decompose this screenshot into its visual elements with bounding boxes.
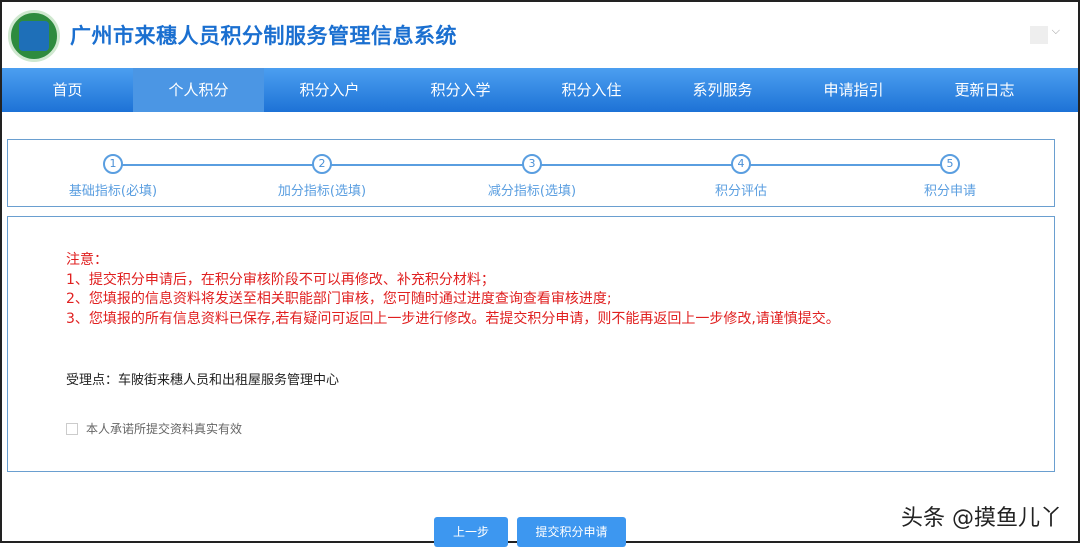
checkbox[interactable] [66, 422, 78, 435]
accept-point: 受理点：车陂街来穗人员和出租屋服务管理中心 [66, 373, 340, 388]
nav-home[interactable]: 首页 [2, 68, 133, 112]
step-1: 1 基础指标(必填) [33, 154, 193, 199]
step-4: 4 积分评估 [661, 154, 821, 199]
watermark: 头条 @摸鱼儿丫 [901, 506, 1062, 531]
progress-steps: 1 基础指标(必填) 2 加分指标(选填) 3 减分指标(选填) 4 积分评估 5 积分申… [7, 139, 1055, 207]
step-5: 5 积分申请 [870, 154, 1030, 199]
user-avatar[interactable] [1030, 26, 1048, 44]
logo [8, 10, 60, 62]
step-3: 3 减分指标(选填) [452, 154, 612, 199]
main-nav: 首页 个人积分 积分入户 积分入学 积分入住 系列服务 申请指引 更新日志 [2, 68, 1078, 112]
nav-personal-points[interactable]: 个人积分 [133, 68, 264, 112]
step-2: 2 加分指标(选填) [242, 154, 402, 199]
chevron-down-icon[interactable]: ⌵ [1052, 24, 1060, 38]
nav-points-household[interactable]: 积分入户 [264, 68, 395, 112]
nav-guide[interactable]: 申请指引 [788, 68, 919, 112]
nav-changelog[interactable]: 更新日志 [919, 68, 1050, 112]
nav-services[interactable]: 系列服务 [657, 68, 788, 112]
header: 广州市来穗人员积分制服务管理信息系统 ⌵ [2, 2, 1078, 68]
pledge-checkbox[interactable]: 本人承诺所提交资料真实有效 [66, 420, 242, 437]
site-title: 广州市来穗人员积分制服务管理信息系统 [70, 24, 457, 48]
content-panel: 注意： 1、提交积分申请后，在积分审核阶段不可以再修改、补充积分材料； 2、您填… [7, 216, 1055, 472]
notice: 注意： 1、提交积分申请后，在积分审核阶段不可以再修改、补充积分材料； 2、您填… [66, 252, 840, 327]
nav-points-housing[interactable]: 积分入住 [526, 68, 657, 112]
nav-points-school[interactable]: 积分入学 [395, 68, 526, 112]
